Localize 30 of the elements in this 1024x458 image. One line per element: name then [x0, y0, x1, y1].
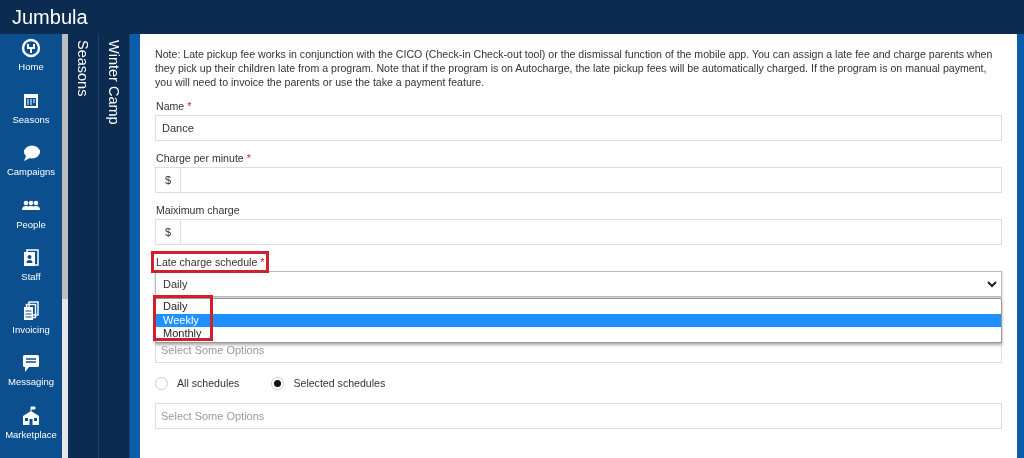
select-field[interactable]: Daily	[155, 271, 1002, 297]
dropdown-option[interactable]: Daily	[156, 300, 1001, 314]
nav-item[interactable]: People	[16, 195, 46, 248]
speech-bubble-icon	[21, 143, 41, 163]
nav-item[interactable]: Staff	[21, 248, 41, 301]
nav-item[interactable]: Marketplace	[5, 405, 57, 458]
app-logo[interactable]: Jumbula	[0, 5, 88, 29]
field-label: Charge per minute *	[155, 151, 252, 165]
documents-icon	[21, 300, 41, 321]
chevron-down-icon	[987, 280, 997, 288]
nav-item[interactable]: Home	[18, 38, 44, 91]
message-icon	[21, 353, 41, 373]
note-text: Note: Late pickup fee works in conjunction with the CICO (Check-in Check-out tool) or the dismissal function of the mobile app. You can assign a late fee and charge parents when they pick up their children late from a program. Note that if the program is on Autocharge, the late pickup fees will be automatically charged. If the program is on manual payment, you will need to invoice the parents or use the take a payment feature.	[155, 47, 994, 89]
breadcrumb-panel[interactable]: Seasons	[68, 34, 99, 458]
nav-item[interactable]: Campaigns	[6, 143, 56, 196]
radio-option[interactable]: All schedules	[155, 376, 240, 390]
field-label: Maiximum charge	[155, 203, 241, 217]
scrollbar[interactable]	[62, 34, 68, 458]
nav-item[interactable]: Invoicing	[12, 300, 50, 353]
field-label: Name *	[155, 99, 193, 113]
currency-field[interactable]: $	[155, 167, 1002, 193]
currency-field[interactable]: $	[155, 219, 1002, 245]
radio-option[interactable]: Selected schedules	[271, 376, 386, 390]
breadcrumb-panel[interactable]: Winter Camp	[99, 34, 130, 458]
nav-item[interactable]: Seasons	[12, 90, 50, 143]
id-card-icon	[21, 248, 41, 268]
school-building-icon	[21, 405, 41, 426]
nav-item[interactable]: Messaging	[8, 353, 54, 406]
text-field[interactable]: Dance	[155, 115, 1002, 141]
gauge-icon	[21, 38, 41, 58]
